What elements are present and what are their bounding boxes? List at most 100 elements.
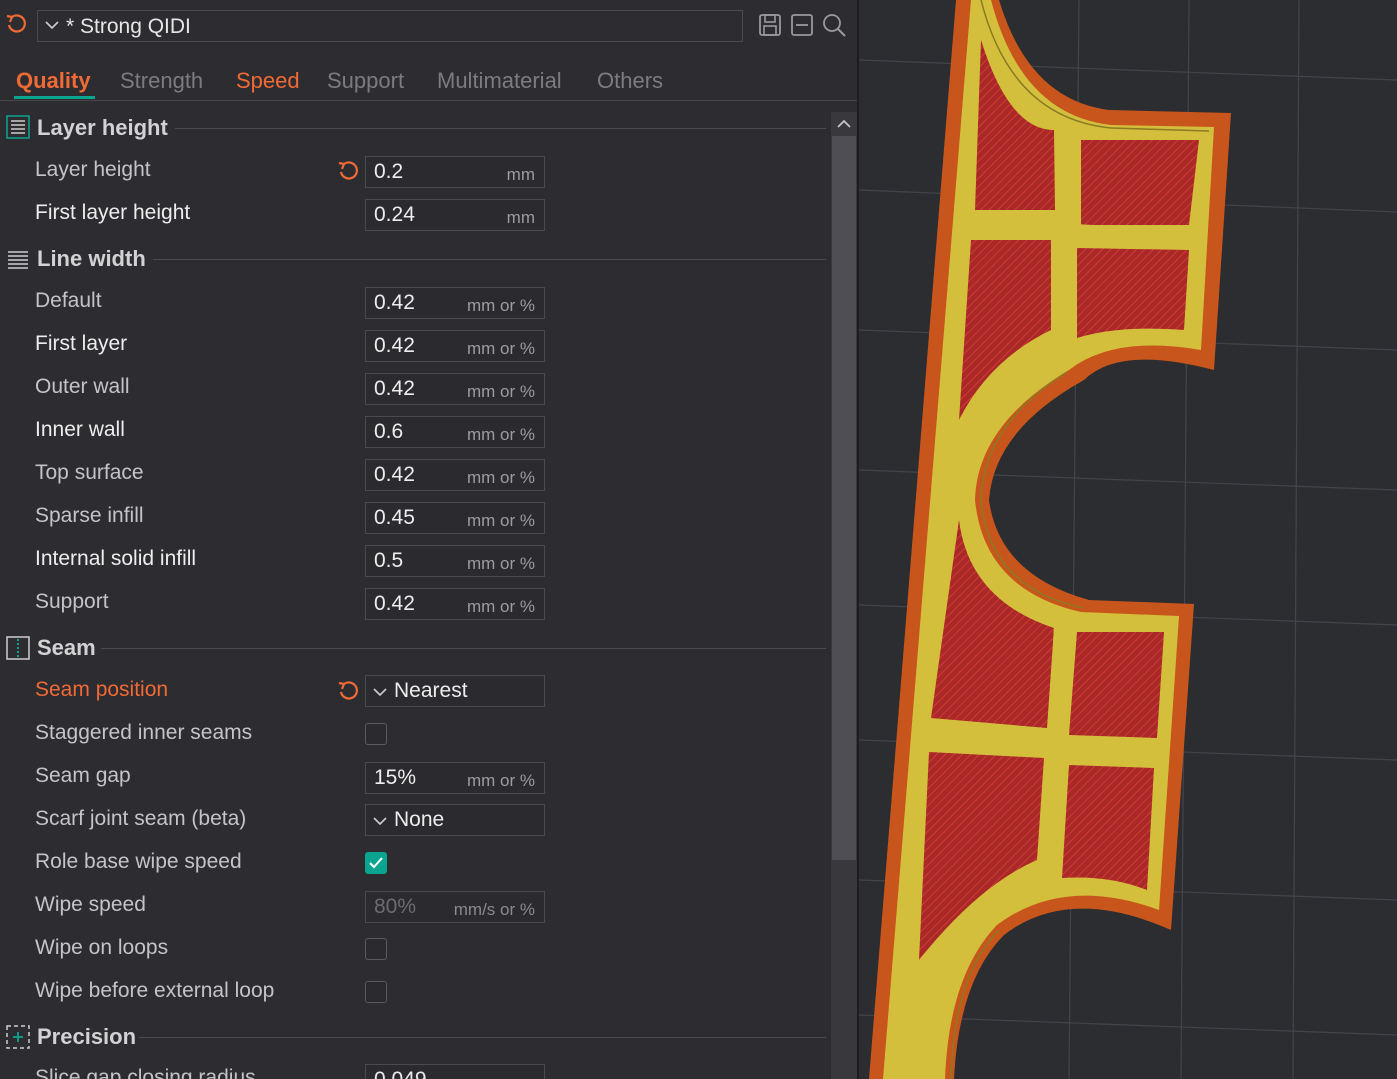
section-divider — [175, 128, 826, 129]
section-divider — [153, 259, 826, 260]
inner-wall-input[interactable]: 0.6 mm or % — [365, 416, 545, 448]
first-layer-height-value: 0.24 — [374, 203, 415, 226]
tab-others[interactable]: Others — [597, 68, 663, 94]
unit-label: mm or % — [467, 296, 535, 315]
infill-region — [1069, 632, 1164, 738]
default-line-width-input[interactable]: 0.42 mm or % — [365, 287, 545, 319]
top-surface-value: 0.42 — [374, 463, 415, 486]
print-settings-panel: * Strong QIDI Quality Strength Speed Sup… — [0, 0, 857, 1079]
precision-icon — [6, 1025, 30, 1049]
reset-icon[interactable] — [336, 679, 360, 703]
reset-icon[interactable] — [336, 159, 360, 183]
wipe-speed-label: Wipe speed — [35, 893, 146, 916]
internal-solid-infill-label: Internal solid infill — [35, 547, 197, 570]
section-divider — [101, 648, 826, 649]
preset-selector[interactable]: * Strong QIDI — [37, 10, 743, 42]
staggered-inner-seams-label: Staggered inner seams — [35, 721, 253, 744]
sparse-infill-input[interactable]: 0.45 mm or % — [365, 502, 545, 534]
seam-gap-input[interactable]: 15% mm or % — [365, 762, 545, 794]
default-line-width-value: 0.42 — [374, 291, 415, 314]
tab-strength[interactable]: Strength — [120, 68, 203, 94]
checkmark-icon — [369, 857, 383, 869]
support-line-width-label: Support — [35, 590, 109, 613]
support-line-width-value: 0.42 — [374, 592, 415, 615]
sparse-infill-value: 0.45 — [374, 506, 415, 529]
unit-label: mm — [506, 165, 535, 184]
preset-name: * Strong QIDI — [66, 15, 191, 38]
outer-wall-value: 0.42 — [374, 377, 415, 400]
wipe-before-external-loop-checkbox[interactable] — [365, 981, 387, 1003]
search-icon[interactable] — [821, 12, 847, 38]
wipe-on-loops-label: Wipe on loops — [35, 936, 169, 959]
unit-label: mm or % — [467, 382, 535, 401]
unit-label: mm or % — [467, 425, 535, 444]
delete-icon[interactable] — [789, 12, 815, 38]
chevron-down-icon — [373, 688, 387, 697]
scroll-up-icon[interactable] — [831, 112, 857, 136]
default-line-width-label: Default — [35, 289, 102, 312]
first-layer-height-input[interactable]: 0.24 mm — [365, 199, 545, 231]
scarf-joint-seam-value: None — [394, 808, 445, 831]
tab-support[interactable]: Support — [327, 68, 404, 94]
section-divider — [139, 1037, 826, 1038]
seam-gap-label: Seam gap — [35, 764, 131, 787]
role-base-wipe-speed-label: Role base wipe speed — [35, 850, 242, 873]
scarf-joint-seam-select[interactable]: None — [365, 804, 545, 836]
first-layer-height-label: First layer height — [35, 201, 191, 224]
staggered-inner-seams-checkbox[interactable] — [365, 723, 387, 745]
unit-label: mm or % — [467, 554, 535, 573]
reset-icon[interactable] — [4, 12, 28, 36]
section-title-seam: Seam — [37, 635, 96, 660]
unit-label: mm or % — [467, 511, 535, 530]
save-icon[interactable] — [757, 12, 783, 38]
layer-height-label: Layer height — [35, 158, 151, 181]
section-title-precision: Precision — [37, 1024, 137, 1049]
tab-divider — [0, 100, 857, 101]
3d-preview-viewport[interactable] — [859, 0, 1397, 1079]
support-line-width-input[interactable]: 0.42 mm or % — [365, 588, 545, 620]
active-tab-indicator — [14, 96, 95, 99]
unit-label: mm or % — [467, 597, 535, 616]
sparse-infill-label: Sparse infill — [35, 504, 144, 527]
unit-label: mm — [506, 208, 535, 227]
internal-solid-infill-input[interactable]: 0.5 mm or % — [365, 545, 545, 577]
unit-label: mm or % — [467, 771, 535, 790]
chevron-down-icon — [373, 817, 387, 826]
wipe-on-loops-checkbox[interactable] — [365, 938, 387, 960]
section-title-line-width: Line width — [37, 246, 146, 271]
scrollbar-thumb[interactable] — [832, 136, 856, 860]
wipe-speed-input[interactable]: 80% mm/s or % — [365, 891, 545, 923]
inner-wall-label: Inner wall — [35, 418, 125, 441]
seam-position-label: Seam position — [35, 678, 169, 701]
slice-gap-closing-radius-value: 0.049 — [374, 1068, 427, 1079]
infill-region — [1081, 140, 1199, 225]
seam-position-select[interactable]: Nearest — [365, 675, 545, 707]
first-layer-line-width-value: 0.42 — [374, 334, 415, 357]
layer-height-input[interactable]: 0.2 mm — [365, 156, 545, 188]
first-layer-line-width-input[interactable]: 0.42 mm or % — [365, 330, 545, 362]
unit-label: mm or % — [467, 468, 535, 487]
tab-quality[interactable]: Quality — [16, 68, 91, 94]
outer-wall-label: Outer wall — [35, 375, 130, 398]
seam-gap-value: 15% — [374, 766, 417, 789]
top-surface-input[interactable]: 0.42 mm or % — [365, 459, 545, 491]
tab-multimaterial[interactable]: Multimaterial — [437, 68, 562, 94]
role-base-wipe-speed-checkbox[interactable] — [365, 852, 387, 874]
outer-wall-input[interactable]: 0.42 mm or % — [365, 373, 545, 405]
tab-speed[interactable]: Speed — [236, 68, 300, 94]
infill-region — [1062, 765, 1154, 890]
unit-label: mm or % — [467, 339, 535, 358]
slice-gap-closing-radius-label: Slice gap closing radius — [35, 1066, 256, 1079]
chevron-down-icon — [45, 21, 59, 30]
seam-position-value: Nearest — [394, 679, 468, 702]
internal-solid-infill-value: 0.5 — [374, 549, 404, 572]
line-width-icon — [8, 251, 28, 269]
section-title-layer-height: Layer height — [37, 115, 168, 140]
wipe-before-external-loop-label: Wipe before external loop — [35, 979, 275, 1002]
inner-wall-value: 0.6 — [374, 420, 404, 443]
sliced-model-preview — [859, 0, 1397, 1079]
slice-gap-closing-radius-input[interactable]: 0.049 — [365, 1064, 545, 1079]
top-surface-label: Top surface — [35, 461, 144, 484]
wipe-speed-value: 80% — [374, 895, 417, 918]
infill-region — [1077, 248, 1189, 338]
